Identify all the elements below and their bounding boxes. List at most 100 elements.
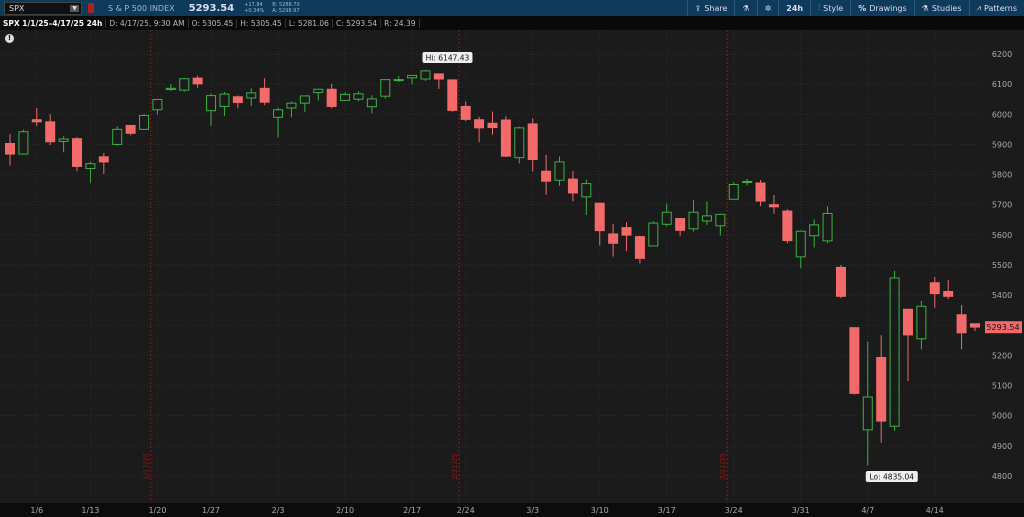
candle-body	[822, 212, 833, 242]
last-price: 5293.54	[188, 2, 235, 14]
y-tick-label: 6000	[992, 110, 1012, 119]
candle-body	[165, 87, 176, 91]
y-tick-label: 5900	[992, 140, 1012, 149]
candle-body	[299, 95, 310, 104]
flask-button[interactable]: ⚗	[734, 0, 756, 16]
candle-body	[675, 218, 686, 231]
share-label: Share	[704, 3, 728, 13]
x-tick-label: 1/6	[30, 506, 43, 515]
candle-body	[407, 74, 418, 79]
symbol-input[interactable]: SPX ▼	[4, 1, 82, 15]
net-change: +17.84 +0.34%	[244, 2, 264, 14]
info-low: L: 5281.06	[286, 18, 333, 28]
y-tick-label: 6100	[992, 80, 1012, 89]
gear-icon: ✲	[764, 3, 772, 13]
candle-body	[286, 102, 297, 109]
candle	[72, 136, 83, 172]
candle-body	[232, 96, 243, 104]
chart-title: SPX 1/1/25–4/17/25 24h	[0, 18, 107, 28]
settings-button[interactable]: ✲	[756, 0, 779, 16]
candle-body	[835, 266, 846, 297]
drawings-button[interactable]: % Drawings	[850, 0, 913, 16]
candle	[420, 69, 431, 81]
x-tick-label: 1/27	[202, 506, 220, 515]
hi-label: Hi: 6147.43	[426, 54, 470, 63]
y-tick-label: 5400	[992, 291, 1012, 300]
candle-body	[581, 183, 592, 198]
chevron-down-icon[interactable]: ▼	[70, 4, 79, 12]
candle-body	[715, 213, 726, 227]
y-tick-label: 5200	[992, 351, 1012, 360]
candle-body	[500, 119, 511, 157]
flag-icon[interactable]	[88, 3, 94, 13]
high-annotation: Hi: 6147.43	[422, 52, 473, 63]
candle	[648, 221, 659, 247]
candle	[782, 209, 793, 244]
studies-label: Studies	[931, 3, 962, 13]
ask-value: A: 5298.97	[272, 8, 300, 14]
info-range: R: 24.39	[381, 18, 420, 28]
ohlc-info-bar: SPX 1/1/25–4/17/25 24h D: 4/17/25, 9:30 …	[0, 16, 1024, 30]
patterns-button[interactable]: ⩘ Patterns	[968, 0, 1024, 16]
y-tick-label: 5000	[992, 412, 1012, 421]
flask-icon: ⚗	[921, 3, 929, 13]
y-tick-label: 5500	[992, 261, 1012, 270]
style-label: Style	[823, 3, 844, 13]
candle-body	[755, 182, 766, 202]
x-tick-label: 2/17	[403, 506, 421, 515]
candle-body	[219, 93, 230, 107]
candle-body	[849, 327, 860, 394]
candle-body	[112, 128, 123, 145]
x-tick-label: 4/7	[861, 506, 874, 515]
style-button[interactable]: ⫶ Style	[810, 0, 850, 16]
y-tick-label: 5800	[992, 171, 1012, 180]
candle	[18, 129, 29, 155]
candle-body	[98, 156, 109, 163]
candle-body	[326, 88, 337, 107]
candle-body	[380, 79, 391, 97]
candle-body	[313, 88, 324, 94]
x-tick-label: 3/10	[591, 506, 609, 515]
symbol-bar: SPX ▼ S & P 500 INDEX 5293.54 +17.84 +0.34…	[0, 0, 1024, 16]
candle-body	[125, 124, 136, 134]
change-percent: +0.34%	[244, 8, 265, 14]
price-chart[interactable]: 4800490050005100520053005400550056005700…	[0, 0, 1024, 517]
style-icon: ⫶	[818, 3, 821, 12]
candle-body	[273, 109, 284, 118]
candle-body	[728, 184, 739, 200]
candle-body	[608, 233, 619, 244]
candle-body	[929, 282, 940, 295]
candle-body	[420, 70, 431, 80]
candle-body	[58, 138, 69, 142]
candle-body	[795, 230, 806, 258]
x-tick-label: 3/3	[526, 506, 539, 515]
y-tick-label: 4800	[992, 472, 1012, 481]
y-tick-label: 5700	[992, 201, 1012, 210]
candle-body	[661, 211, 672, 225]
candle-body	[742, 180, 753, 183]
interval-button[interactable]: 24h	[778, 0, 810, 16]
candle-body	[393, 79, 404, 82]
percent-icon: %	[858, 3, 867, 13]
candle-body	[554, 161, 565, 181]
alert-icon[interactable]: !	[5, 34, 14, 43]
patterns-icon: ⩘	[976, 3, 982, 12]
x-tick-label: 3/24	[725, 506, 743, 515]
last-price-label: 5293.54	[986, 323, 1019, 332]
candle	[380, 79, 391, 99]
x-tick-label: 1/13	[81, 506, 99, 515]
candle-body	[956, 314, 967, 334]
candle-body	[206, 95, 217, 112]
x-tick-label: 1/20	[148, 506, 166, 515]
candle	[112, 126, 123, 146]
share-button[interactable]: ⇪ Share	[686, 0, 735, 16]
y-tick-label: 5100	[992, 382, 1012, 391]
candle-body	[353, 93, 364, 100]
studies-button[interactable]: ⚗ Studies	[913, 0, 969, 16]
candle-body	[5, 143, 15, 155]
candle-body	[648, 222, 659, 247]
expiration-label: 3/21/25	[719, 453, 727, 480]
x-tick-label: 3/31	[792, 506, 810, 515]
candle	[179, 78, 190, 92]
candle-body	[594, 202, 605, 232]
